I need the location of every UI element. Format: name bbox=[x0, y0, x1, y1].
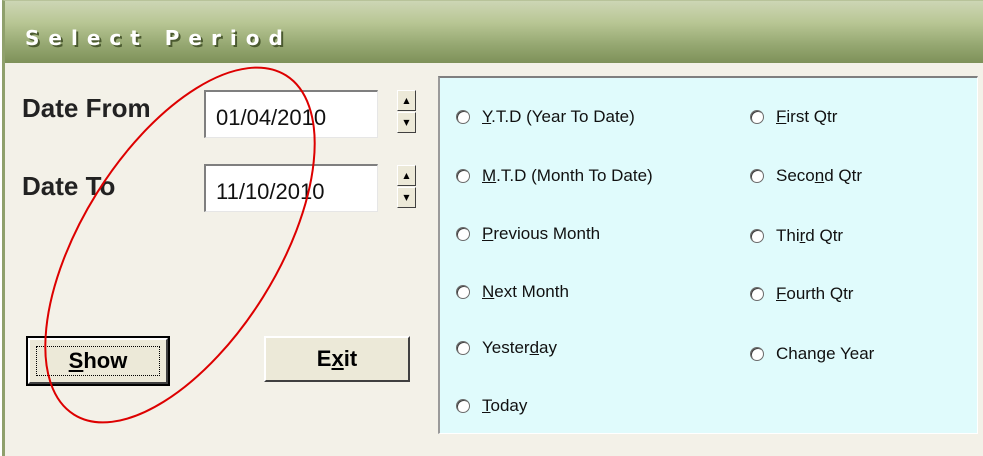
radio-first-qtr[interactable]: First Qtr bbox=[750, 107, 837, 127]
arrow-down-icon: ▼ bbox=[403, 117, 410, 127]
radio-circle-icon bbox=[456, 110, 470, 124]
radio-fourth-qtr[interactable]: Fourth Qtr bbox=[750, 284, 853, 304]
title-bar: Select Period Select Period bbox=[5, 1, 983, 63]
date-to-spinner[interactable]: ▲ ▼ bbox=[397, 165, 416, 209]
radio-yesterday-label: Yesterday bbox=[482, 338, 558, 357]
date-to-down-button[interactable]: ▼ bbox=[397, 187, 416, 208]
radio-yesterday[interactable]: Yesterday bbox=[456, 338, 557, 358]
radio-ytd[interactable]: Y.T.D (Year To Date) bbox=[456, 107, 635, 127]
radio-circle-icon bbox=[750, 110, 764, 124]
radio-circle-icon bbox=[456, 169, 470, 183]
radio-circle-icon bbox=[750, 287, 764, 301]
radio-circle-icon bbox=[456, 227, 470, 241]
radio-circle-icon bbox=[456, 399, 470, 413]
arrow-up-icon: ▲ bbox=[403, 170, 410, 180]
radio-circle-icon bbox=[750, 169, 764, 183]
radio-mtd-label: M.T.D (Month To Date) bbox=[482, 166, 653, 185]
radio-today[interactable]: Today bbox=[456, 396, 527, 416]
date-to-label: Date To bbox=[22, 171, 116, 201]
radio-first-qtr-label: First Qtr bbox=[776, 107, 838, 126]
radio-circle-icon bbox=[456, 285, 470, 299]
radio-next-month-label: Next Month bbox=[482, 282, 569, 301]
radio-mtd[interactable]: M.T.D (Month To Date) bbox=[456, 166, 653, 186]
window-title: Select Period bbox=[25, 26, 292, 50]
exit-button[interactable]: Exit bbox=[264, 336, 410, 382]
date-from-down-button[interactable]: ▼ bbox=[397, 112, 416, 133]
radio-circle-icon bbox=[750, 229, 764, 243]
radio-second-qtr[interactable]: Second Qtr bbox=[750, 166, 862, 186]
radio-second-qtr-label: Second Qtr bbox=[776, 166, 863, 185]
radio-next-month[interactable]: Next Month bbox=[456, 282, 569, 302]
arrow-up-icon: ▲ bbox=[403, 95, 410, 105]
focus-rectangle bbox=[36, 346, 160, 376]
date-from-spinner[interactable]: ▲ ▼ bbox=[397, 90, 416, 134]
radio-third-qtr-label: Third Qtr bbox=[776, 226, 844, 245]
radio-third-qtr[interactable]: Third Qtr bbox=[750, 226, 843, 246]
date-from-up-button[interactable]: ▲ bbox=[397, 90, 416, 111]
period-options-panel bbox=[438, 76, 978, 434]
radio-previous-month[interactable]: Previous Month bbox=[456, 224, 600, 244]
radio-circle-icon bbox=[456, 341, 470, 355]
date-to-field[interactable]: 11/10/2010 bbox=[204, 164, 378, 212]
arrow-down-icon: ▼ bbox=[403, 192, 410, 202]
radio-previous-month-label: Previous Month bbox=[482, 224, 601, 243]
exit-button-label: Exit bbox=[316, 346, 358, 371]
date-from-field[interactable]: 01/04/2010 bbox=[204, 90, 378, 138]
radio-change-year-label: Change Year bbox=[776, 344, 875, 363]
radio-fourth-qtr-label: Fourth Qtr bbox=[776, 284, 854, 303]
radio-circle-icon bbox=[750, 347, 764, 361]
date-from-label: Date From bbox=[22, 93, 151, 123]
show-button[interactable]: Show bbox=[26, 336, 170, 386]
radio-ytd-label: Y.T.D (Year To Date) bbox=[482, 107, 635, 126]
radio-change-year[interactable]: Change Year bbox=[750, 344, 874, 364]
radio-today-label: Today bbox=[482, 396, 528, 415]
date-to-up-button[interactable]: ▲ bbox=[397, 165, 416, 186]
